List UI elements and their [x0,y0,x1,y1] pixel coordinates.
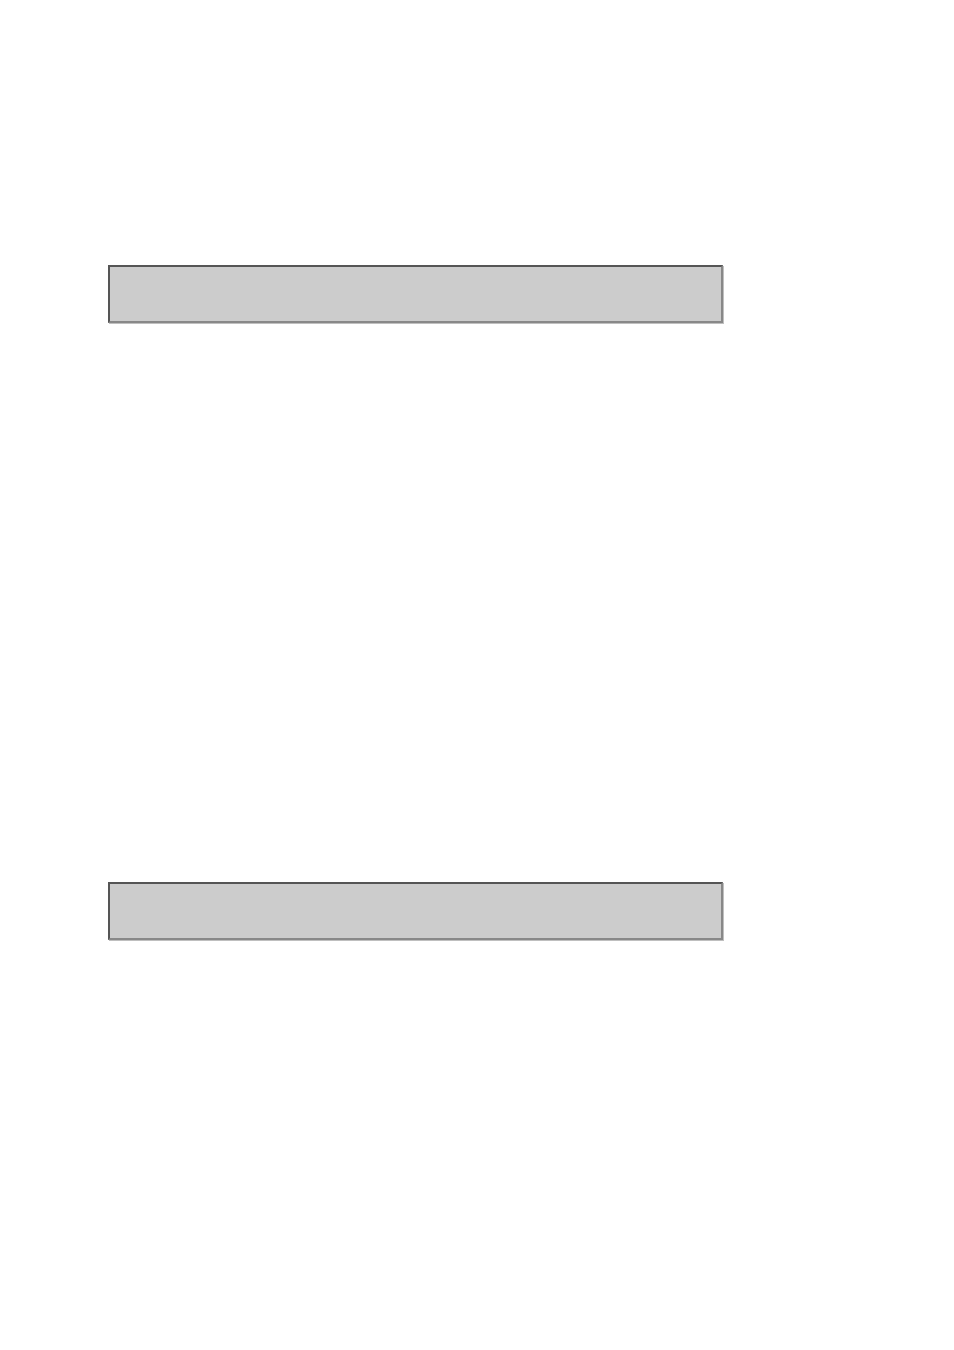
panel-box-2 [108,882,723,940]
panel-box-1 [108,265,723,323]
